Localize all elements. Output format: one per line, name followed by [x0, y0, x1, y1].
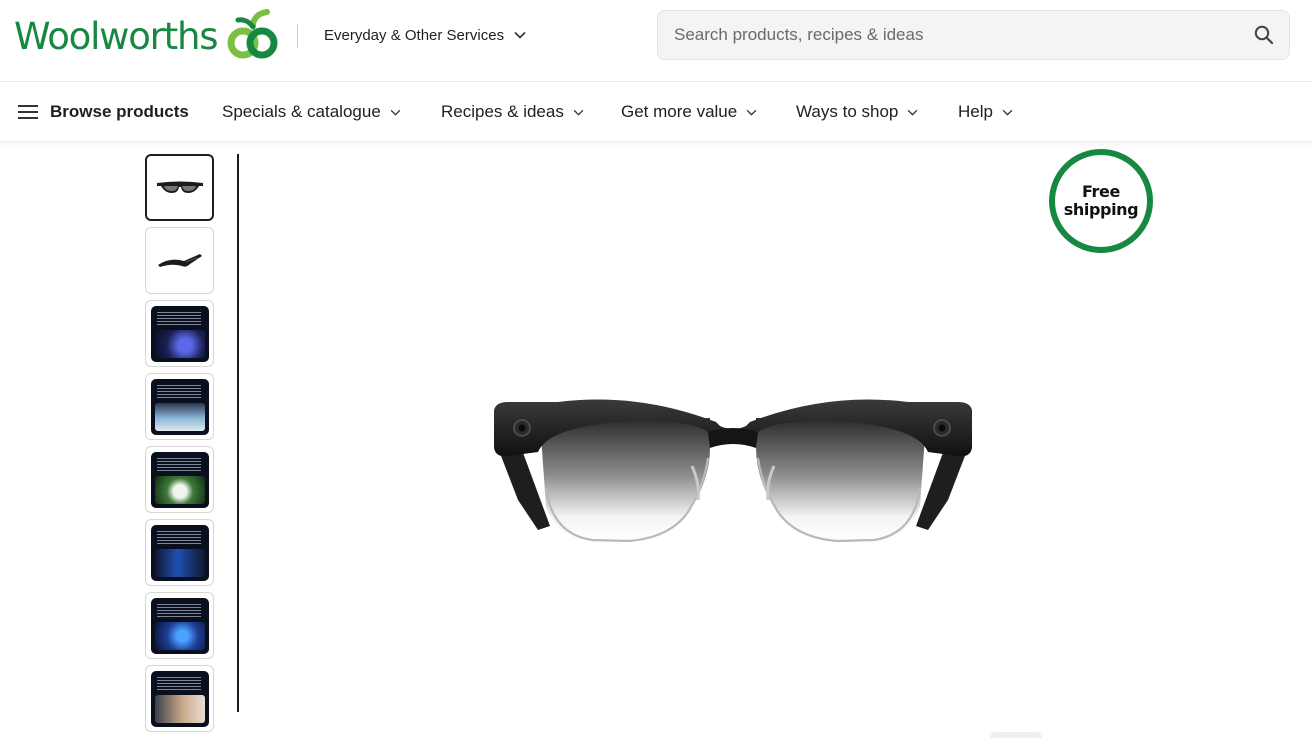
woolworths-logo-icon: [227, 9, 278, 59]
thumbnail-feature-7[interactable]: [145, 592, 214, 659]
everyday-services-label: Everyday & Other Services: [324, 26, 505, 44]
gallery-divider: [237, 154, 239, 712]
chevron-down-icon: [1002, 109, 1013, 116]
nav-item-label: Recipes & ideas: [441, 102, 564, 121]
header-divider: [297, 24, 298, 48]
chevron-down-icon: [390, 109, 401, 116]
thumbnail-feature-6[interactable]: [145, 519, 214, 586]
chevron-down-icon: [907, 109, 918, 116]
thumbnail-glasses-front[interactable]: [145, 154, 214, 221]
hamburger-menu-icon: [18, 105, 38, 119]
browse-products-label: Browse products: [50, 102, 189, 121]
site-header: Woolworths Everyday & Other Services: [0, 0, 1312, 82]
search-input[interactable]: [674, 11, 1234, 59]
nav-ways-to-shop[interactable]: Ways to shop: [796, 100, 918, 124]
smart-glasses-product-image: [494, 399, 972, 543]
feature-image-thumbnail: [150, 670, 209, 727]
thumbnail-feature-4[interactable]: [145, 373, 214, 440]
nav-get-more-value[interactable]: Get more value: [621, 100, 757, 124]
browse-products-button[interactable]: Browse products: [18, 100, 189, 124]
nav-recipes-ideas[interactable]: Recipes & ideas: [441, 100, 584, 124]
everyday-services-menu[interactable]: Everyday & Other Services: [324, 24, 526, 46]
badge-line-2: shipping: [1063, 200, 1139, 219]
thumbnail-feature-5[interactable]: [145, 446, 214, 513]
brand-name: Woolworths: [14, 14, 219, 58]
free-shipping-badge: Free shipping: [1049, 149, 1153, 253]
badge-line-1: Free: [1082, 182, 1120, 201]
glasses-side-thumbnail: [157, 253, 202, 267]
chevron-down-icon: [514, 31, 526, 39]
glasses-front-thumbnail: [156, 181, 203, 193]
woolworths-logo[interactable]: Woolworths: [14, 8, 283, 64]
nav-item-label: Specials & catalogue: [222, 102, 381, 121]
image-scroll-indicator[interactable]: [990, 732, 1042, 738]
feature-image-thumbnail: [150, 524, 209, 581]
feature-image-thumbnail: [150, 378, 209, 435]
thumbnail-gallery: [145, 154, 215, 738]
nav-item-label: Ways to shop: [796, 102, 899, 121]
chevron-down-icon: [573, 109, 584, 116]
nav-item-label: Help: [958, 102, 993, 121]
nav-item-label: Get more value: [621, 102, 738, 121]
nav-specials-catalogue[interactable]: Specials & catalogue: [222, 100, 401, 124]
chevron-down-icon: [746, 109, 757, 116]
thumbnail-feature-3[interactable]: [145, 300, 214, 367]
feature-image-thumbnail: [150, 451, 209, 508]
search-bar: [657, 10, 1290, 60]
feature-image-thumbnail: [150, 597, 209, 654]
thumbnail-glasses-side[interactable]: [145, 227, 214, 294]
thumbnail-feature-8[interactable]: [145, 665, 214, 732]
nav-help[interactable]: Help: [958, 100, 1013, 124]
search-icon[interactable]: [1253, 24, 1275, 46]
main-navigation: Browse products Specials & catalogue Rec…: [0, 82, 1312, 142]
feature-image-thumbnail: [150, 305, 209, 362]
